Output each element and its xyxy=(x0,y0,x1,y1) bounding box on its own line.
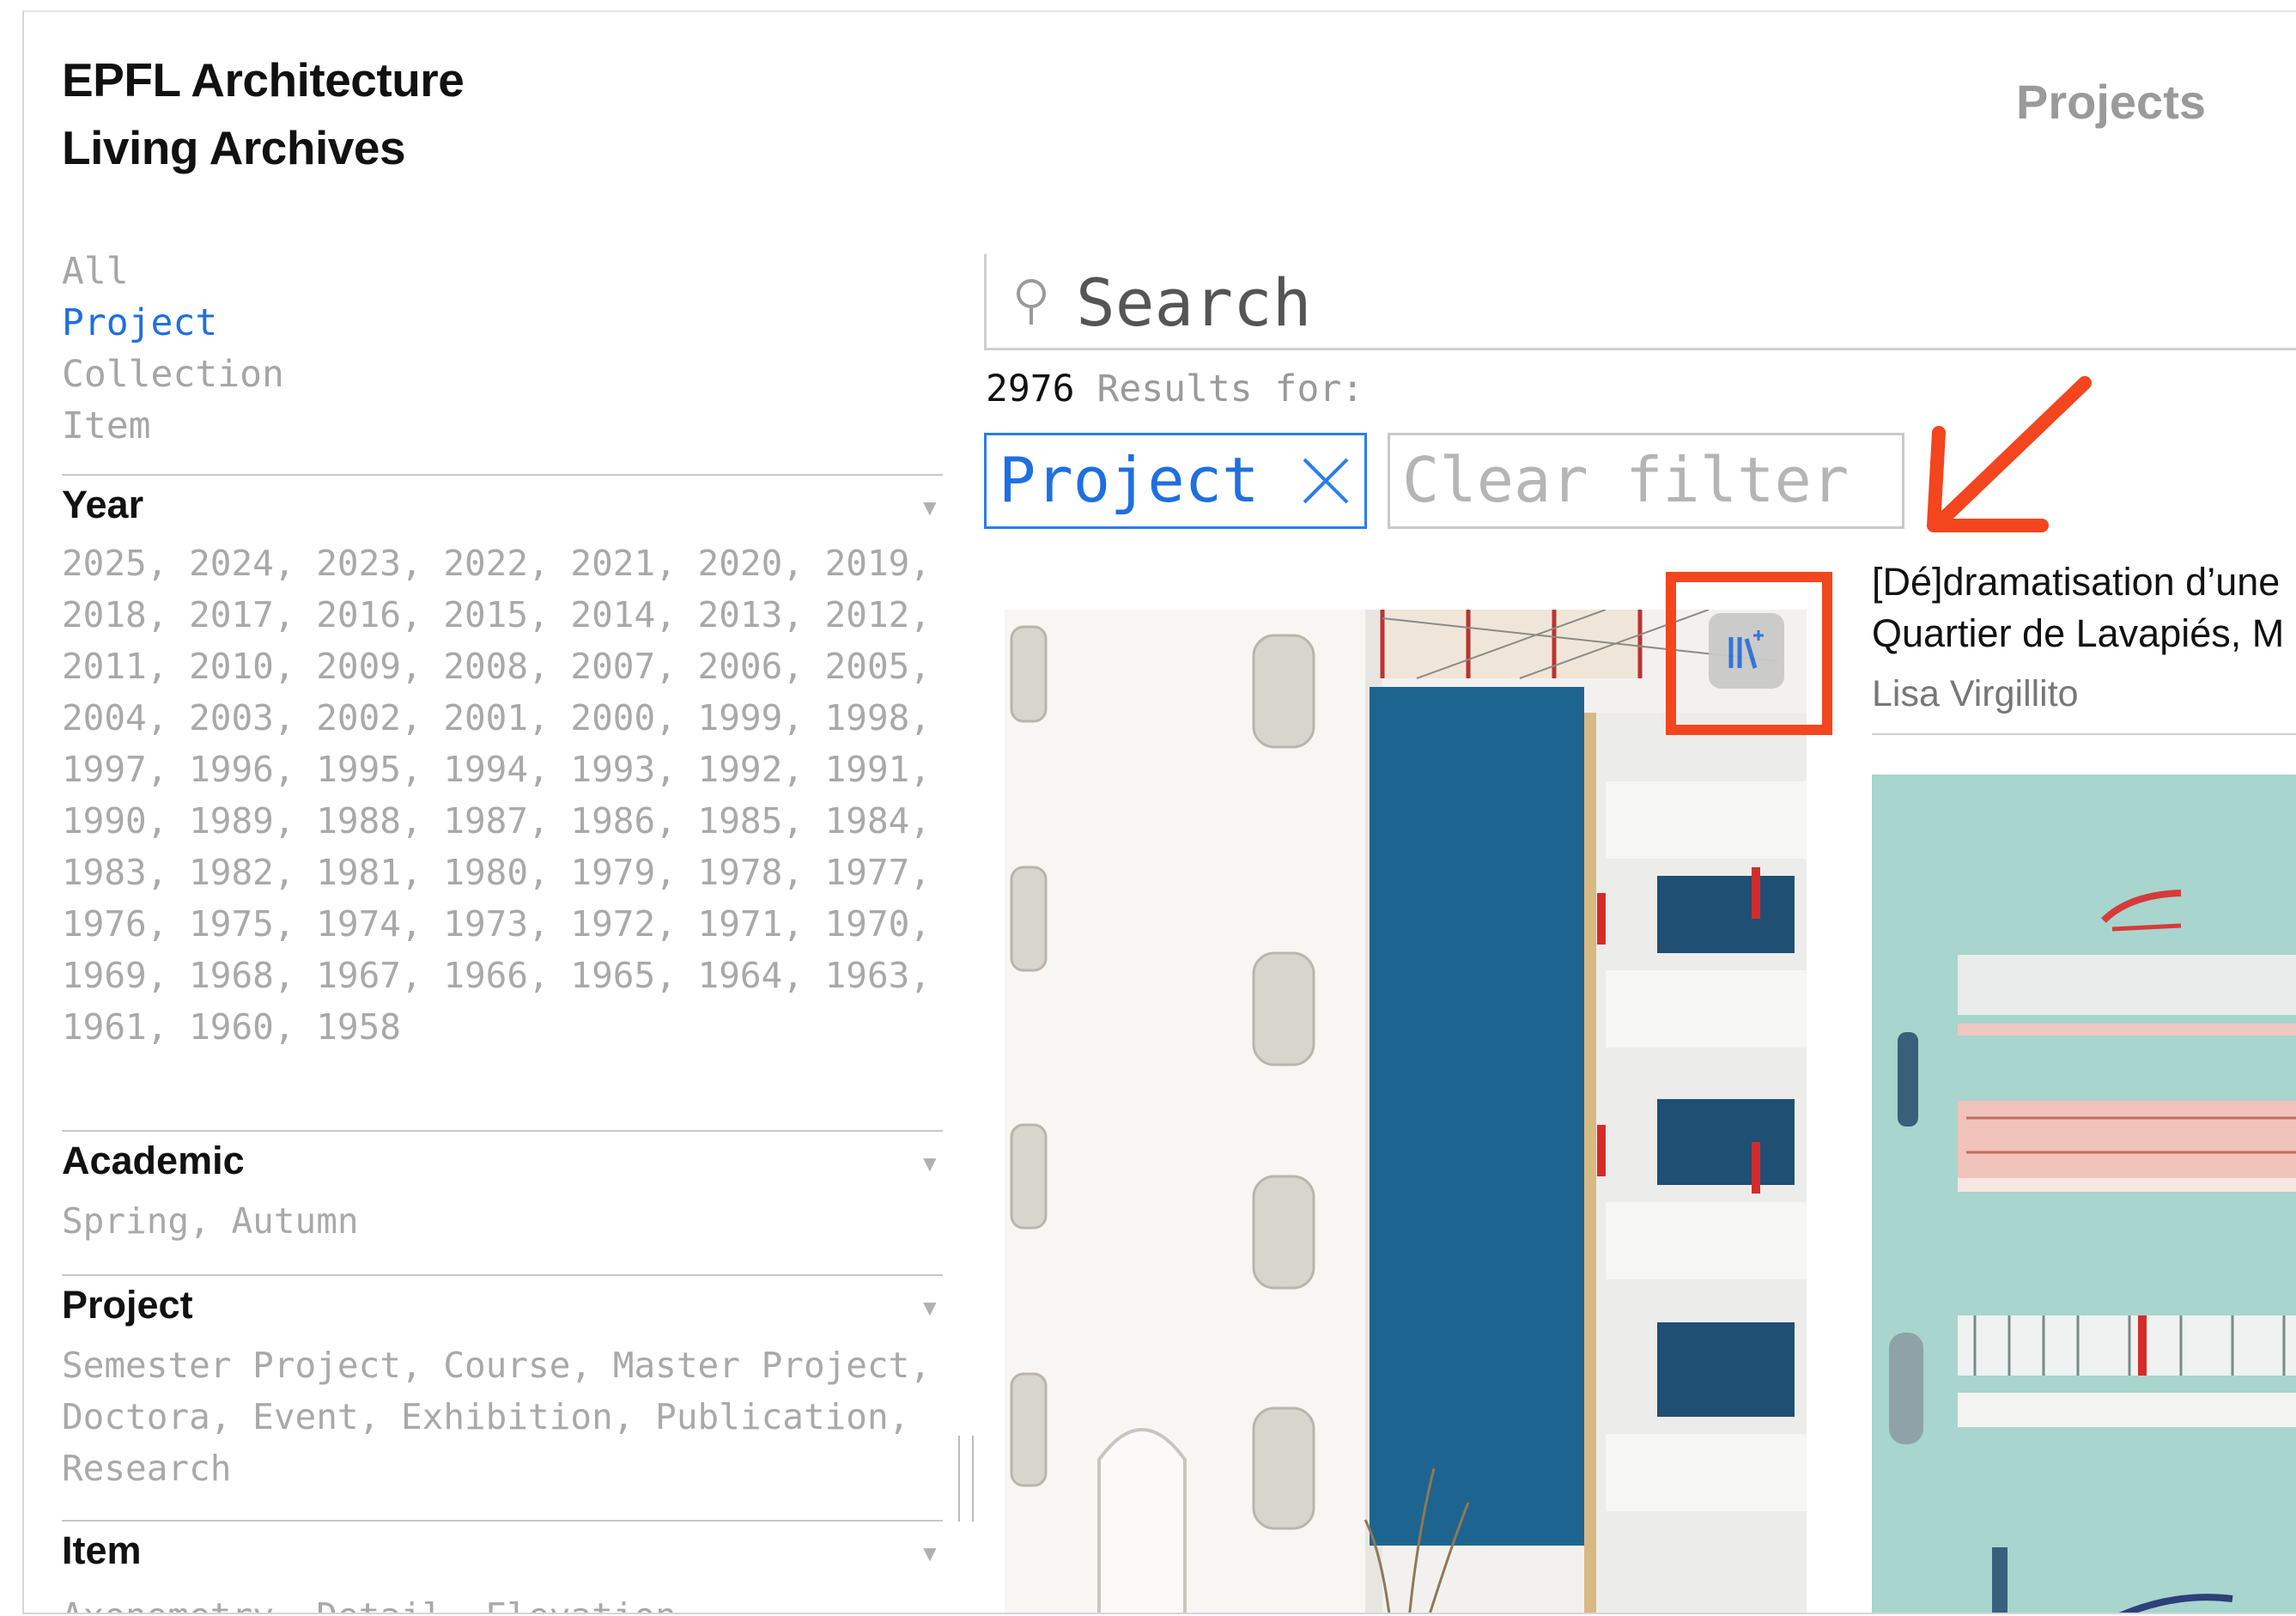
app-window: EPFL Architecture Living Archives Projec… xyxy=(22,10,2296,1614)
type-filter: All Project Collection Item xyxy=(62,246,284,452)
active-filter-chip-project[interactable]: Project xyxy=(984,433,1367,529)
results-count: 2976 xyxy=(986,368,1075,410)
annotation-arrow-icon xyxy=(1927,376,2092,532)
site-logo[interactable]: EPFL Architecture Living Archives xyxy=(62,46,465,182)
results-label: Results for: xyxy=(1096,368,1364,410)
search-icon xyxy=(1017,279,1046,325)
annotation-highlight-box xyxy=(1666,572,1832,735)
triangle-down-icon[interactable]: ▼ xyxy=(919,1540,941,1567)
type-filter-project[interactable]: Project xyxy=(62,297,284,349)
clear-filter-button[interactable]: Clear filter xyxy=(1388,433,1904,529)
brand-line-2: Living Archives xyxy=(62,121,406,174)
facet-divider xyxy=(62,1520,943,1522)
search-bar xyxy=(984,254,2296,350)
sidebar-scrollbar[interactable] xyxy=(958,1436,974,1522)
facet-divider xyxy=(62,474,943,476)
facet-year-title[interactable]: Year xyxy=(62,483,143,527)
facet-project-title[interactable]: Project xyxy=(62,1283,193,1327)
triangle-down-icon[interactable]: ▼ xyxy=(919,495,941,521)
facet-project-values[interactable]: Semester Project, Course, Master Project… xyxy=(62,1340,938,1494)
project-title-line-2: Quartier de Lavapiés, M xyxy=(1872,611,2285,655)
results-summary: 2976 Results for: xyxy=(986,368,1364,410)
project-card-author[interactable]: Lisa Virgillito xyxy=(1872,673,2079,715)
nav-projects-link[interactable]: Projects xyxy=(2016,74,2206,130)
facet-item-values[interactable]: Axonometry, Detail, Elevation xyxy=(62,1590,963,1613)
facet-divider xyxy=(62,1274,943,1276)
brand-line-1: EPFL Architecture xyxy=(62,53,465,106)
triangle-down-icon[interactable]: ▼ xyxy=(919,1151,941,1177)
project-photo xyxy=(1005,610,1807,1613)
type-filter-item[interactable]: Item xyxy=(62,400,284,452)
type-filter-all[interactable]: All xyxy=(62,246,284,297)
facet-academic-title[interactable]: Academic xyxy=(62,1139,245,1183)
facet-item-title[interactable]: Item xyxy=(62,1528,142,1573)
active-filter-label: Project xyxy=(999,444,1260,516)
facet-year-values[interactable]: 2025, 2024, 2023, 2022, 2021, 2020, 2019… xyxy=(62,538,963,1053)
project-card-title[interactable]: [Dé]dramatisation d’une Quartier de Lava… xyxy=(1872,556,2296,659)
triangle-down-icon[interactable]: ▼ xyxy=(919,1295,941,1321)
project-card-image[interactable] xyxy=(1005,610,1807,1613)
type-filter-collection[interactable]: Collection xyxy=(62,349,284,400)
card-divider xyxy=(1872,733,2296,735)
project-title-line-1: [Dé]dramatisation d’une xyxy=(1872,560,2281,604)
facet-academic-values[interactable]: Spring, Autumn xyxy=(62,1195,963,1247)
project-card-image-2[interactable] xyxy=(1872,775,2296,1613)
facet-divider xyxy=(62,1130,943,1132)
search-input[interactable] xyxy=(1076,266,2278,338)
project-drawing xyxy=(1872,775,2296,1613)
close-icon[interactable] xyxy=(1299,454,1352,507)
